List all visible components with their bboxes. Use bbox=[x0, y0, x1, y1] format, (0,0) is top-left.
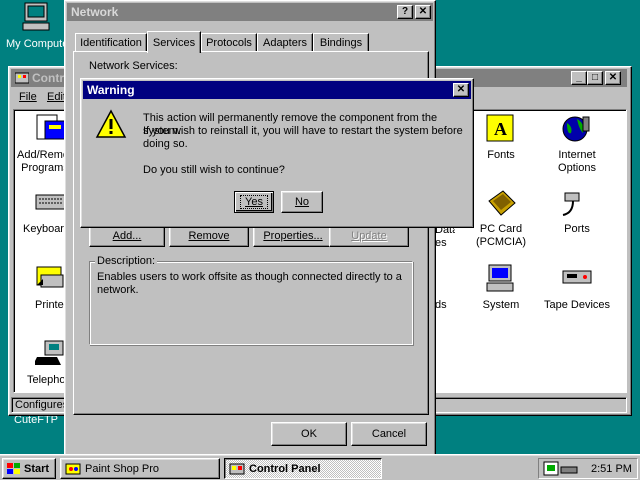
control-panel-icon bbox=[15, 72, 29, 84]
pc-card-label: PC Card (PCMCIA) bbox=[475, 223, 527, 248]
network-close-button[interactable]: ✕ bbox=[415, 5, 431, 19]
network-tray-icon[interactable] bbox=[543, 461, 579, 477]
system-icon[interactable] bbox=[485, 263, 517, 293]
telephony-icon[interactable] bbox=[35, 337, 67, 369]
system-label: System bbox=[482, 299, 520, 311]
pc-card-icon[interactable] bbox=[485, 189, 517, 219]
my-computer-label: My Computer bbox=[6, 38, 73, 50]
warning-message-line2: If you wish to reinstall it, you will ha… bbox=[143, 125, 463, 150]
status-text: Configures bbox=[15, 399, 69, 411]
warning-dialog: Warning ✕ This action will permanently r… bbox=[80, 78, 474, 228]
menu-file[interactable]: File bbox=[19, 91, 37, 103]
start-button[interactable]: Start bbox=[2, 458, 56, 479]
update-button[interactable]: Update bbox=[329, 225, 409, 247]
description-label: Description: bbox=[95, 255, 158, 267]
close-button[interactable]: ✕ bbox=[605, 71, 621, 85]
network-services-label: Network Services: bbox=[89, 60, 178, 72]
task-control-panel[interactable]: Control Panel bbox=[224, 458, 382, 479]
properties-button[interactable]: Properties... bbox=[253, 225, 333, 247]
keyboard-icon[interactable] bbox=[35, 189, 67, 211]
fonts-label: Fonts bbox=[487, 149, 515, 161]
taskbar: Start Paint Shop Pro Control Panel 2:51 … bbox=[0, 454, 640, 480]
network-titlebar[interactable]: Network bbox=[67, 3, 433, 21]
remove-button[interactable]: Remove bbox=[169, 225, 249, 247]
tape-devices-icon[interactable] bbox=[561, 265, 593, 289]
windows-logo-icon bbox=[7, 462, 20, 474]
my-computer-desktop-icon[interactable]: My Computer bbox=[0, 0, 72, 56]
paint-shop-pro-icon bbox=[65, 463, 81, 474]
tab-adapters[interactable]: Adapters bbox=[257, 33, 313, 51]
network-dialog: Network ? ✕ Identification Services Prot… bbox=[64, 0, 436, 456]
maximize-button[interactable]: □ bbox=[587, 71, 603, 85]
tape-devices-label: Tape Devices bbox=[543, 299, 611, 311]
tab-bindings[interactable]: Bindings bbox=[313, 33, 369, 51]
warning-close-button[interactable]: ✕ bbox=[453, 83, 469, 97]
cancel-button[interactable]: Cancel bbox=[351, 422, 427, 446]
printers-icon[interactable] bbox=[35, 263, 67, 293]
tab-identification[interactable]: Identification bbox=[75, 33, 147, 51]
help-button[interactable]: ? bbox=[397, 5, 413, 19]
fonts-icon[interactable]: A bbox=[485, 113, 517, 145]
minimize-button[interactable]: _ bbox=[571, 71, 587, 85]
partial-label-ds: ds bbox=[435, 299, 447, 311]
system-tray: 2:51 PM bbox=[538, 458, 638, 479]
task-paint-shop-pro[interactable]: Paint Shop Pro bbox=[60, 458, 220, 479]
warning-title: Warning bbox=[87, 83, 135, 97]
warning-icon bbox=[95, 109, 127, 138]
internet-options-icon[interactable] bbox=[561, 113, 593, 145]
internet-options-label: Internet Options bbox=[558, 149, 596, 174]
ok-button[interactable]: OK bbox=[271, 422, 347, 446]
warning-question: Do you still wish to continue? bbox=[143, 164, 285, 176]
add-button[interactable]: Add... bbox=[89, 225, 165, 247]
description-text: Enables users to work offsite as though … bbox=[97, 271, 402, 296]
add-remove-programs-icon[interactable] bbox=[35, 113, 67, 143]
resize-grip[interactable] bbox=[613, 399, 625, 411]
ports-icon[interactable] bbox=[561, 189, 593, 219]
ports-label: Ports bbox=[564, 223, 590, 235]
svg-text:A: A bbox=[494, 119, 507, 139]
my-computer-icon bbox=[22, 2, 50, 31]
clock: 2:51 PM bbox=[591, 462, 632, 475]
network-title: Network bbox=[71, 5, 119, 19]
warning-titlebar[interactable]: Warning bbox=[83, 81, 471, 99]
partial-label-es: es bbox=[435, 237, 447, 249]
tab-strip: Identification Services Protocols Adapte… bbox=[73, 31, 429, 53]
start-label: Start bbox=[24, 462, 50, 475]
control-panel-task-icon bbox=[229, 463, 245, 474]
tab-services[interactable]: Services bbox=[147, 31, 201, 53]
yes-button[interactable]: Yes bbox=[234, 191, 274, 213]
no-button[interactable]: No bbox=[281, 191, 323, 213]
tab-protocols[interactable]: Protocols bbox=[201, 33, 257, 51]
